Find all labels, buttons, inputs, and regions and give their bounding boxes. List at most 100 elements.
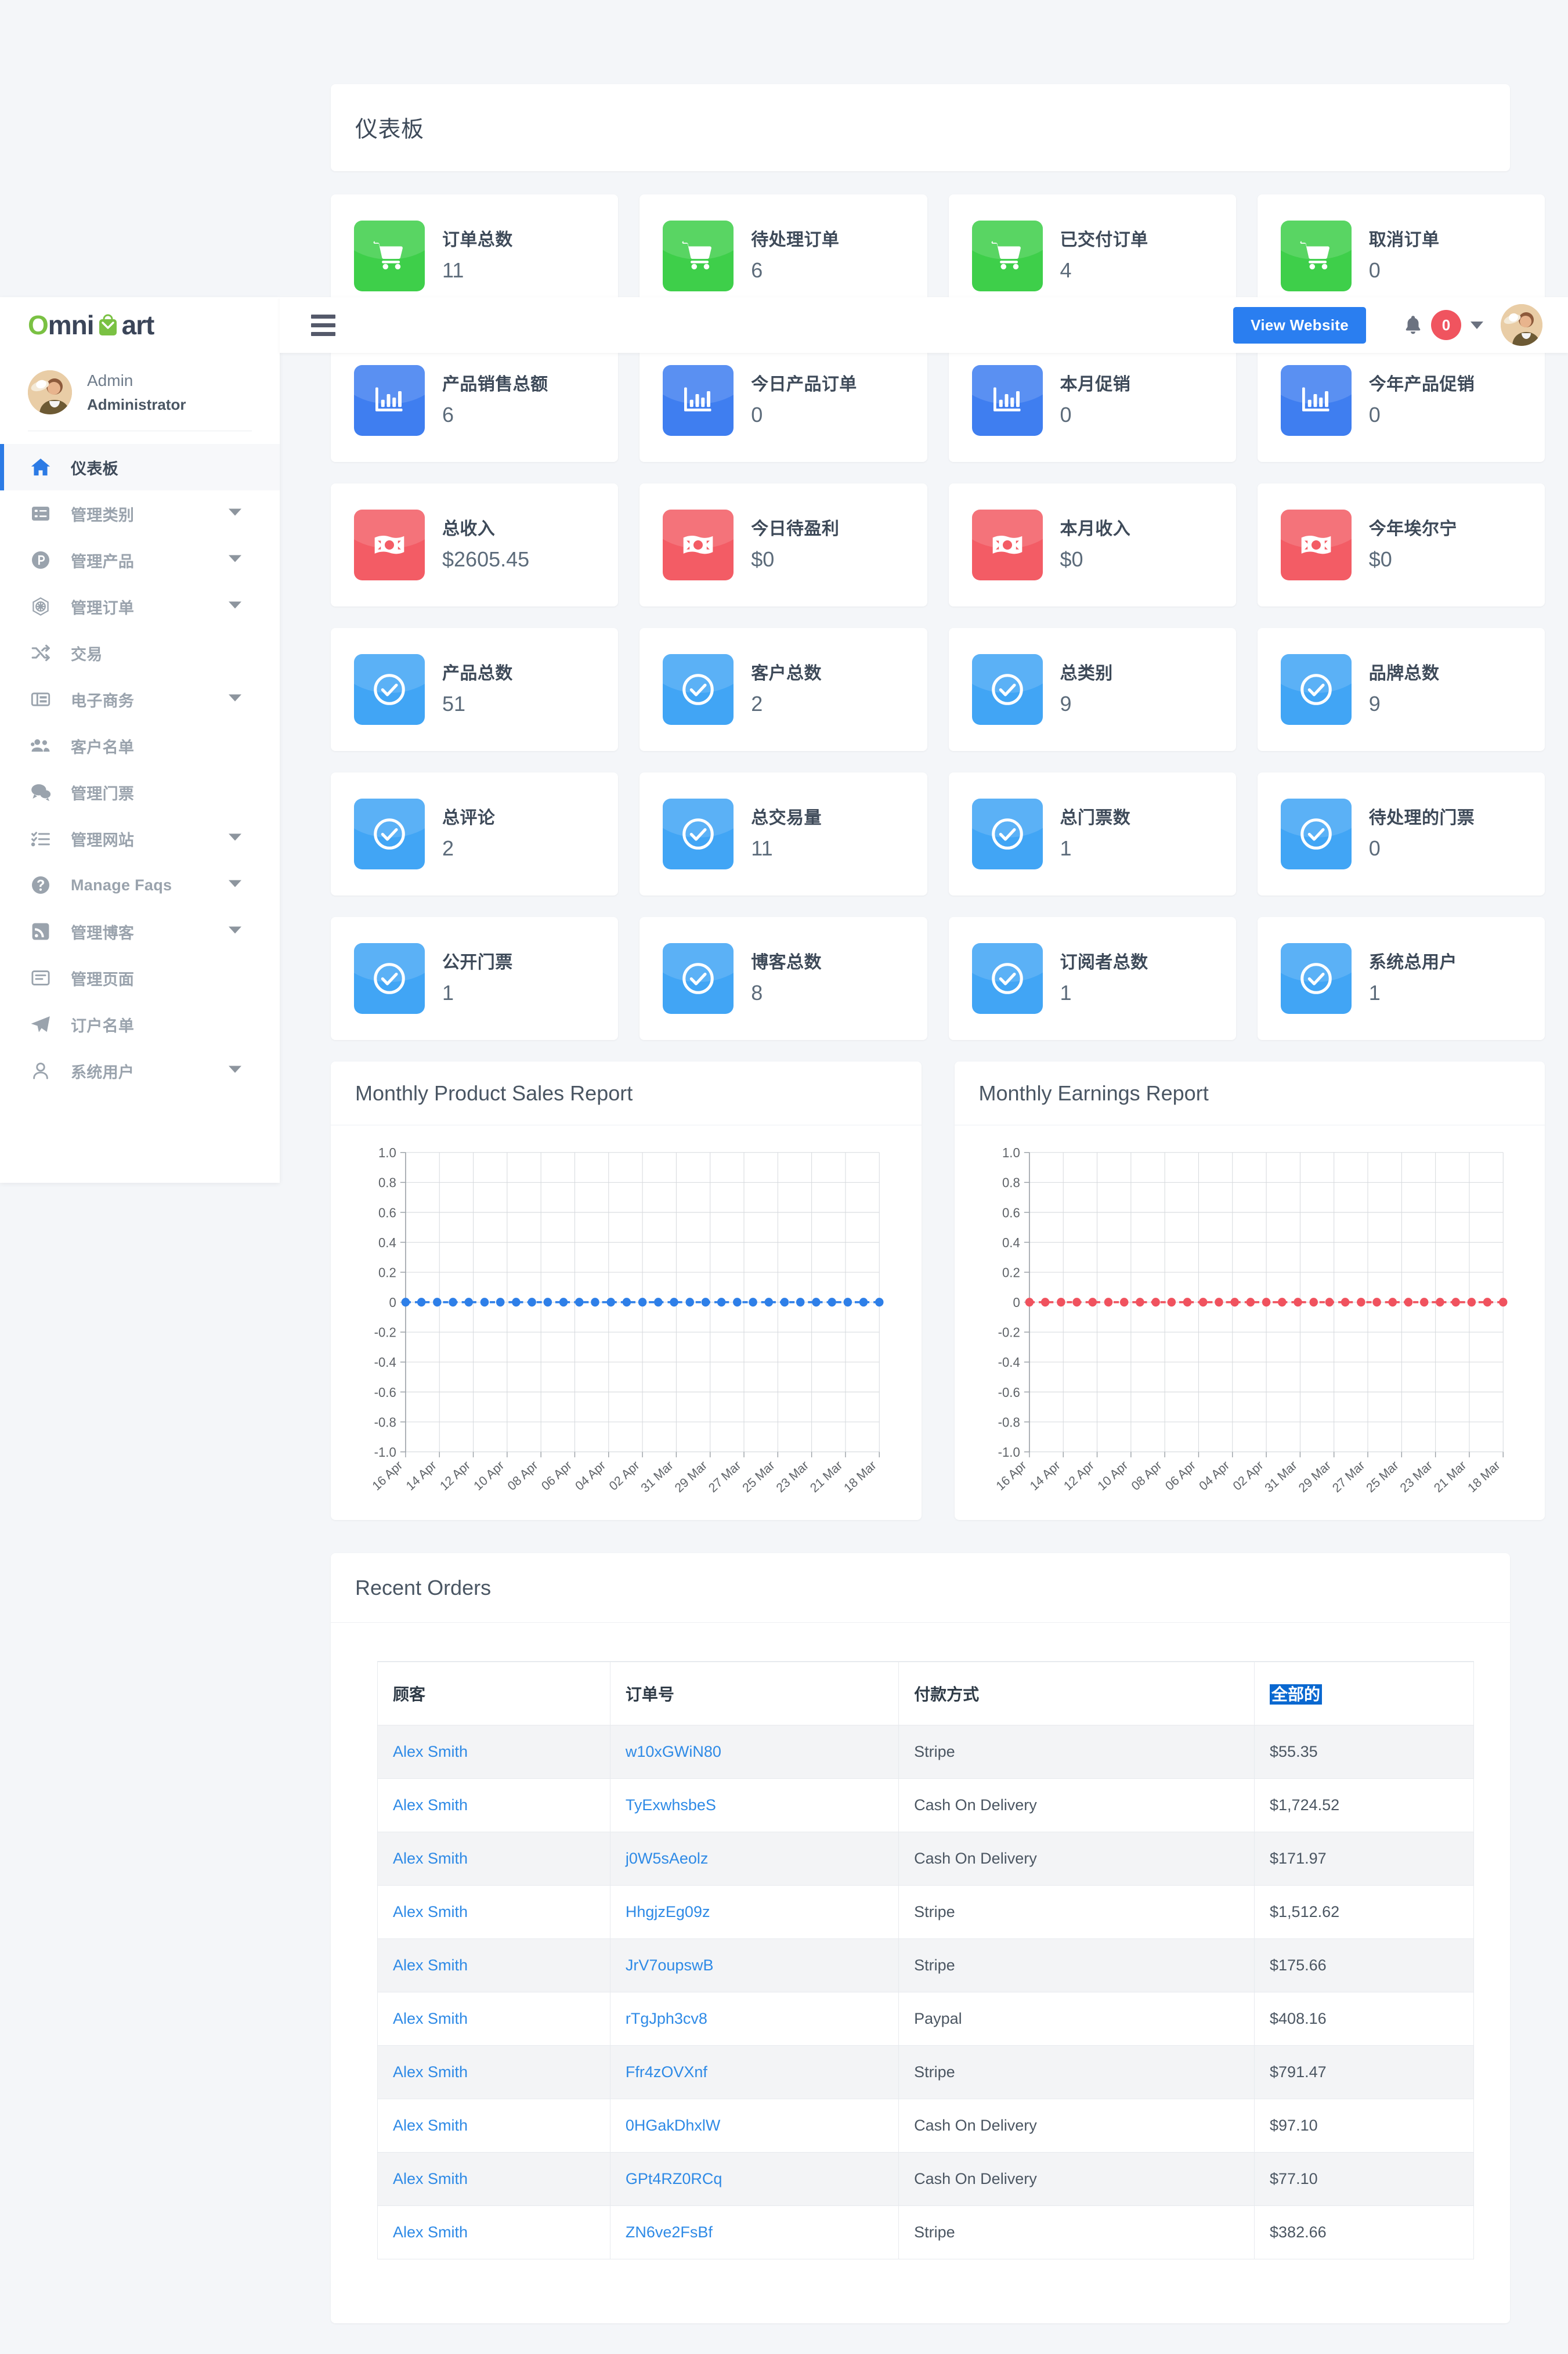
order-number-link[interactable]: JrV7oupswB <box>626 1956 714 1974</box>
table-column-header[interactable]: 顾客 <box>377 1661 610 1725</box>
customer-link[interactable]: Alex Smith <box>393 2010 468 2027</box>
stat-card[interactable]: 总门票数 1 <box>948 772 1236 896</box>
main-content: 仪表板 订单总数 11 待处理订单 6 已交付订单 4 取消订单 0 产品销售总额 6 今日产品订单… <box>331 0 1568 2354</box>
sidebar-item-1[interactable]: 仪表板 <box>0 444 280 490</box>
stat-card[interactable]: 今日产品订单 0 <box>640 339 927 462</box>
order-number-link[interactable]: TyExwhsbeS <box>626 1796 716 1814</box>
sidebar-item-12[interactable]: 管理页面 <box>0 955 280 1001</box>
chevron-down-icon[interactable] <box>229 555 241 566</box>
stat-card[interactable]: 今年埃尔宁 $0 <box>1257 483 1545 606</box>
order-number-link[interactable]: rTgJph3cv8 <box>626 2010 707 2027</box>
customer-link[interactable]: Alex Smith <box>393 1743 468 1760</box>
notifications-group[interactable]: 0 <box>1402 310 1483 340</box>
stat-card[interactable]: 品牌总数 9 <box>1257 628 1545 751</box>
stat-card[interactable]: 订阅者总数 1 <box>948 917 1236 1040</box>
stat-card[interactable]: 产品总数 51 <box>331 628 619 751</box>
order-number-link[interactable]: GPt4RZ0RCq <box>626 2170 722 2187</box>
sidebar-item-11[interactable]: 管理博客 <box>0 908 280 955</box>
stat-card[interactable]: 总评论 2 <box>331 772 619 896</box>
cell-order-no: 0HGakDhxlW <box>609 2099 899 2153</box>
check-circle-icon <box>971 943 1043 1014</box>
stat-card[interactable]: 本月促销 0 <box>948 339 1236 462</box>
stat-card[interactable]: 待处理的门票 0 <box>1257 772 1545 896</box>
customer-link[interactable]: Alex Smith <box>393 2063 468 2081</box>
stat-card[interactable]: 公开门票 1 <box>331 917 619 1040</box>
chevron-down-icon[interactable] <box>229 601 241 612</box>
cell-total: $408.16 <box>1254 1992 1474 2046</box>
cell-payment: Stripe <box>898 1938 1255 1992</box>
sidebar-profile[interactable]: Admin Administrator <box>0 353 280 414</box>
brand-logo[interactable]: Omni art <box>0 297 280 353</box>
svg-text:02 Apr: 02 Apr <box>606 1458 642 1494</box>
chart-plot-area: 1.0 0.8 0.6 0.4 0.2 0 -0.2 -0.4 -0.6 -0.8 -1.0 16 A… <box>331 1125 922 1520</box>
sidebar-item-13[interactable]: 订户名单 <box>0 1001 280 1048</box>
stat-card[interactable]: 今日待盈利 $0 <box>640 483 927 606</box>
sidebar-item-9[interactable]: 管理网站 <box>0 815 280 862</box>
chevron-down-icon[interactable] <box>229 880 241 891</box>
stat-value: 51 <box>442 692 466 716</box>
sidebar-nav: 仪表板 管理类别 管理产品 管理订单 交易 电子商务 客户名单 管理门票 管理网站 Manage … <box>0 444 280 1094</box>
recent-orders-card: Recent Orders 顾客 订单号 付款方式 全部的 Alex Smith w10… <box>331 1553 1510 2323</box>
customer-link[interactable]: Alex Smith <box>393 1850 468 1867</box>
stat-card[interactable]: 总收入 $2605.45 <box>331 483 619 606</box>
order-number-link[interactable]: j0W5sAeolz <box>626 1850 709 1867</box>
sidebar-item-14[interactable]: 系统用户 <box>0 1048 280 1094</box>
stat-card[interactable]: 本月收入 $0 <box>948 483 1236 606</box>
stat-card[interactable]: 总交易量 11 <box>640 772 927 896</box>
avatar[interactable] <box>1501 304 1542 346</box>
order-number-link[interactable]: Ffr4zOVXnf <box>626 2063 707 2081</box>
cell-order-no: GPt4RZ0RCq <box>609 2152 899 2206</box>
page-title-card: 仪表板 <box>331 84 1510 171</box>
sidebar-item-6[interactable]: 电子商务 <box>0 676 280 723</box>
svg-text:21 Mar: 21 Mar <box>807 1458 845 1496</box>
stat-value: 1 <box>1368 981 1381 1005</box>
sidebar-item-10[interactable]: Manage Faqs <box>0 862 280 908</box>
customer-link[interactable]: Alex Smith <box>393 2170 468 2187</box>
svg-text:14 Apr: 14 Apr <box>1027 1458 1063 1494</box>
product-sales-chart-card: Monthly Product Sales Report 1.0 0.8 0.6 0.… <box>331 1062 922 1520</box>
stat-card[interactable]: 产品销售总额 6 <box>331 339 619 462</box>
stat-card[interactable]: 系统总用户 1 <box>1257 917 1545 1040</box>
check-circle-icon <box>354 799 425 869</box>
svg-text:0.8: 0.8 <box>378 1175 396 1190</box>
view-website-button[interactable]: View Website <box>1233 306 1366 344</box>
order-number-link[interactable]: HhgjzEg09z <box>626 1903 710 1920</box>
stat-text: 本月促销 0 <box>1060 374 1131 427</box>
hamburger-menu-icon[interactable] <box>311 314 335 336</box>
customer-link[interactable]: Alex Smith <box>393 1903 468 1920</box>
cell-customer: Alex Smith <box>377 2099 610 2153</box>
chevron-down-icon[interactable] <box>229 508 241 519</box>
customer-link[interactable]: Alex Smith <box>393 2117 468 2134</box>
stat-card[interactable]: 总类别 9 <box>948 628 1236 751</box>
chevron-down-icon[interactable] <box>229 1066 241 1077</box>
order-number-link[interactable]: w10xGWiN80 <box>626 1743 721 1760</box>
order-number-link[interactable]: ZN6ve2FsBf <box>626 2223 713 2241</box>
table-column-header[interactable]: 订单号 <box>609 1661 899 1725</box>
svg-text:18 Mar: 18 Mar <box>1465 1458 1502 1496</box>
table-column-header[interactable]: 全部的 <box>1254 1661 1474 1725</box>
chevron-down-icon[interactable] <box>229 833 241 844</box>
sidebar-item-4[interactable]: 管理订单 <box>0 583 280 630</box>
chevron-down-icon[interactable] <box>1471 321 1483 329</box>
sidebar-item-3[interactable]: 管理产品 <box>0 537 280 583</box>
sidebar-item-2[interactable]: 管理类别 <box>0 490 280 537</box>
order-number-link[interactable]: 0HGakDhxlW <box>626 2117 721 2134</box>
sidebar-item-5[interactable]: 交易 <box>0 630 280 676</box>
chevron-down-icon[interactable] <box>229 926 241 937</box>
stat-value: 11 <box>751 836 773 861</box>
stat-card[interactable]: 客户总数 2 <box>640 628 927 751</box>
stat-card[interactable]: 博客总数 8 <box>640 917 927 1040</box>
sidebar-item-7[interactable]: 客户名单 <box>0 723 280 769</box>
cell-payment: Cash On Delivery <box>898 1778 1255 1832</box>
cell-total: $77.10 <box>1254 2152 1474 2206</box>
stat-label: 今日产品订单 <box>751 375 857 395</box>
table-column-header[interactable]: 付款方式 <box>898 1661 1255 1725</box>
stat-label: 总类别 <box>1060 664 1113 684</box>
customer-link[interactable]: Alex Smith <box>393 1956 468 1974</box>
customer-link[interactable]: Alex Smith <box>393 1796 468 1814</box>
bar-chart-icon <box>354 365 425 436</box>
stat-card[interactable]: 今年产品促销 0 <box>1257 339 1545 462</box>
sidebar-item-8[interactable]: 管理门票 <box>0 769 280 815</box>
chevron-down-icon[interactable] <box>229 694 241 705</box>
customer-link[interactable]: Alex Smith <box>393 2223 468 2241</box>
